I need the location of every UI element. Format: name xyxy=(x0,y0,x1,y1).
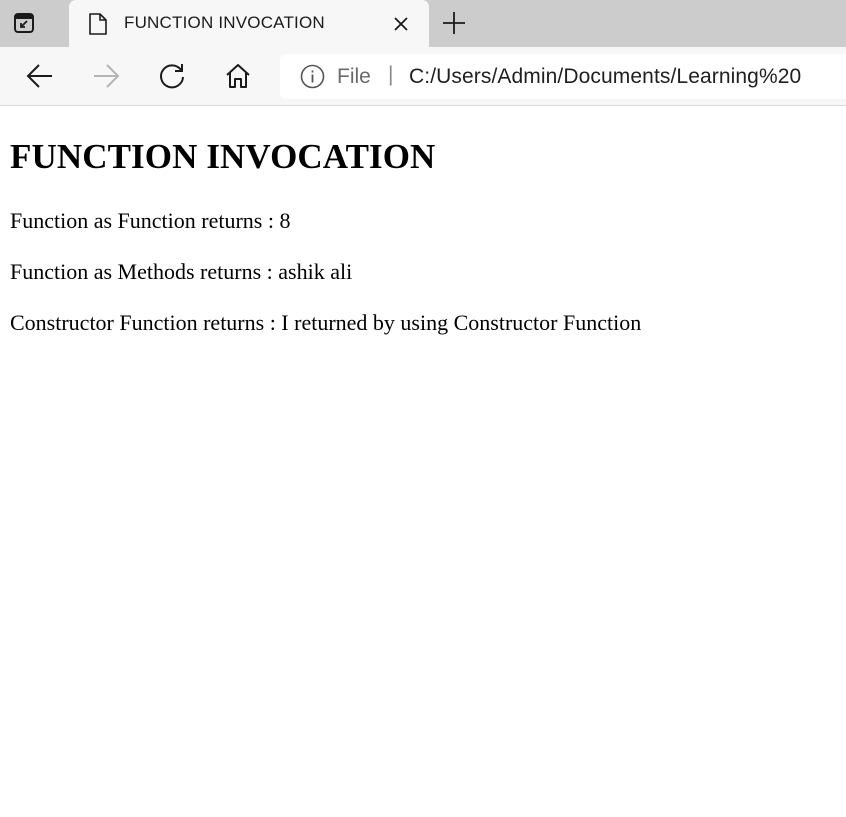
tab-actions-icon[interactable] xyxy=(12,11,36,35)
refresh-icon[interactable] xyxy=(156,60,188,92)
page-heading: FUNCTION INVOCATION xyxy=(10,137,436,176)
back-arrow-icon[interactable] xyxy=(24,60,56,92)
page-icon xyxy=(87,12,109,36)
home-icon[interactable] xyxy=(222,60,254,92)
browser-toolbar: File | C:/Users/Admin/Documents/Learning… xyxy=(0,47,846,106)
page-content: FUNCTION INVOCATION Function as Function… xyxy=(0,106,846,817)
tab-title: FUNCTION INVOCATION xyxy=(124,13,325,32)
tab-strip: FUNCTION INVOCATION xyxy=(0,0,846,47)
active-tab[interactable]: FUNCTION INVOCATION xyxy=(69,0,429,47)
address-bar[interactable]: File | C:/Users/Admin/Documents/Learning… xyxy=(280,54,846,99)
info-icon[interactable] xyxy=(300,64,325,89)
forward-arrow-icon[interactable] xyxy=(90,60,122,92)
address-separator: | xyxy=(388,63,394,86)
result-line-function: Function as Function returns : 8 xyxy=(10,208,291,233)
plus-icon[interactable] xyxy=(440,9,468,37)
scheme-label: File xyxy=(337,65,371,88)
close-icon[interactable] xyxy=(389,12,413,36)
result-line-constructor: Constructor Function returns : I returne… xyxy=(10,310,642,335)
result-line-method: Function as Methods returns : ashik ali xyxy=(10,259,353,284)
url-text[interactable]: C:/Users/Admin/Documents/Learning%20 xyxy=(409,65,846,89)
